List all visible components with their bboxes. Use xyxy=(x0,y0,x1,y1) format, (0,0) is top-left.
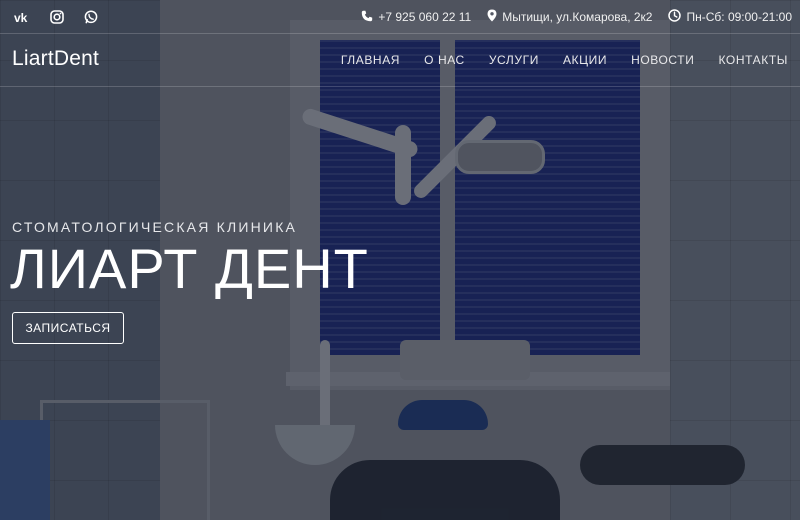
nav-item-home[interactable]: ГЛАВНАЯ xyxy=(341,53,400,67)
location-pin-icon xyxy=(487,9,497,25)
nav-item-about[interactable]: О НАС xyxy=(424,53,465,67)
hours-text: Пн-Сб: 09:00-21:00 xyxy=(686,10,792,24)
social-links: vk xyxy=(12,7,102,27)
hero-subtitle: СТОМАТОЛОГИЧЕСКАЯ КЛИНИКА xyxy=(12,219,298,235)
site-logo[interactable]: LiartDent xyxy=(12,47,99,71)
phone-contact[interactable]: +7 925 060 22 11 xyxy=(361,10,471,25)
hero-title: ЛИАРТ ДЕНТ xyxy=(10,237,369,300)
address-text: Мытищи, ул.Комарова, 2к2 xyxy=(502,10,653,24)
address-contact: Мытищи, ул.Комарова, 2к2 xyxy=(487,9,652,25)
contact-info: +7 925 060 22 11 Мытищи, ул.Комарова, 2к… xyxy=(361,9,792,25)
book-appointment-button[interactable]: ЗАПИСАТЬСЯ xyxy=(12,312,124,344)
phone-number: +7 925 060 22 11 xyxy=(378,10,472,24)
nav-item-services[interactable]: УСЛУГИ xyxy=(489,53,539,67)
top-bar: vk +7 925 060 22 11 Мытищи, ул.Комарова,… xyxy=(0,0,800,34)
nav-item-promotions[interactable]: АКЦИИ xyxy=(563,53,607,67)
phone-icon xyxy=(361,10,373,25)
nav-item-news[interactable]: НОВОСТИ xyxy=(631,53,694,67)
vk-icon[interactable]: vk xyxy=(12,7,34,27)
clock-icon xyxy=(668,9,682,25)
hours-contact: Пн-Сб: 09:00-21:00 xyxy=(668,9,792,25)
svg-text:vk: vk xyxy=(14,11,28,23)
instagram-icon[interactable] xyxy=(46,7,68,27)
whatsapp-icon[interactable] xyxy=(80,7,102,27)
main-navbar: LiartDent ГЛАВНАЯ О НАС УСЛУГИ АКЦИИ НОВ… xyxy=(0,34,800,87)
main-menu: ГЛАВНАЯ О НАС УСЛУГИ АКЦИИ НОВОСТИ КОНТА… xyxy=(341,53,788,67)
nav-item-contacts[interactable]: КОНТАКТЫ xyxy=(718,53,788,67)
